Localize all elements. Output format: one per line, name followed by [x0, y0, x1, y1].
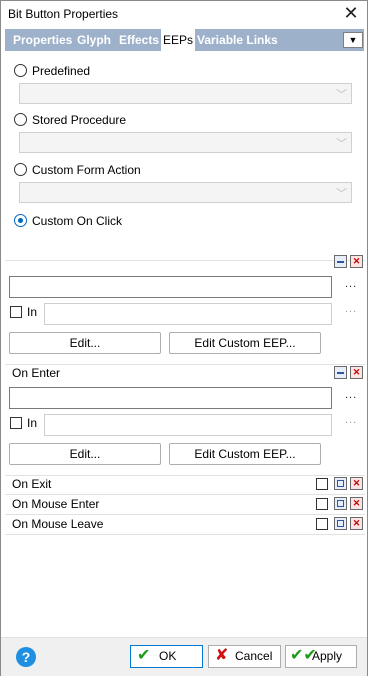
tab-glyph[interactable]: Glyph [75, 29, 113, 51]
cancel-label: Cancel [235, 649, 273, 663]
browse-eep-button[interactable]: ... [345, 389, 357, 401]
close-icon[interactable]: ✕ [339, 3, 363, 25]
on-mouse-enter-title: On Mouse Enter [12, 497, 100, 511]
radio-stored-procedure[interactable] [14, 113, 27, 126]
on-mouse-leave-title: On Mouse Leave [12, 517, 104, 531]
radio-predefined[interactable] [14, 64, 27, 77]
eep-name-input[interactable] [9, 387, 332, 409]
ok-label: OK [159, 649, 177, 663]
radio-custom-form-action[interactable] [14, 163, 27, 176]
browse-in-button[interactable]: ... [345, 414, 357, 426]
delete-icon[interactable]: ✕ [350, 255, 363, 268]
browse-in-button[interactable]: ... [345, 303, 357, 315]
on-mouse-leave-checkbox[interactable] [316, 518, 328, 530]
in-label: In [27, 305, 38, 319]
tab-bar: Properties Glyph Effects EEPs Variable L… [5, 29, 364, 51]
tab-effects[interactable]: Effects [117, 29, 161, 51]
help-icon[interactable]: ? [16, 647, 36, 667]
expand-icon[interactable] [334, 477, 347, 490]
section-divider [5, 494, 365, 495]
in-checkbox[interactable] [10, 306, 22, 318]
section-divider [5, 260, 365, 261]
edit-button[interactable]: Edit... [9, 443, 161, 465]
in-value-input[interactable] [44, 303, 332, 325]
on-enter-title: On Enter [12, 366, 61, 380]
delete-icon[interactable]: ✕ [350, 477, 363, 490]
collapse-icon[interactable] [334, 366, 347, 379]
ok-button[interactable]: ✔ OK [130, 645, 203, 668]
section-divider [5, 534, 365, 535]
edit-custom-eep-button[interactable]: Edit Custom EEP... [169, 443, 321, 465]
in-label: In [27, 416, 38, 430]
in-checkbox[interactable] [10, 417, 22, 429]
tab-menu-dropdown-icon[interactable]: ▼ [343, 32, 363, 48]
custom-on-click-label: Custom On Click [32, 214, 123, 228]
apply-button[interactable]: ✔✔ Apply [285, 645, 357, 668]
delete-icon[interactable]: ✕ [350, 366, 363, 379]
collapse-icon[interactable] [334, 255, 347, 268]
edit-custom-eep-button[interactable]: Edit Custom EEP... [169, 332, 321, 354]
cancel-button[interactable]: ✘ Cancel [208, 645, 281, 668]
section-divider [5, 364, 365, 365]
properties-dialog: Bit Button Properties ✕ Properties Glyph… [0, 0, 368, 676]
delete-icon[interactable]: ✕ [350, 497, 363, 510]
stored-procedure-label: Stored Procedure [32, 113, 127, 127]
apply-label: Apply [312, 649, 343, 663]
browse-eep-button[interactable]: ... [345, 278, 357, 290]
chevron-down-icon: ﹀ [336, 188, 347, 200]
edit-button[interactable]: Edit... [9, 332, 161, 354]
custom-form-action-label: Custom Form Action [32, 163, 141, 177]
radio-custom-on-click[interactable] [14, 214, 27, 227]
section-divider [5, 475, 365, 476]
delete-icon[interactable]: ✕ [350, 517, 363, 530]
expand-icon[interactable] [334, 517, 347, 530]
checkmark-icon: ✔ [137, 647, 151, 664]
tab-variable-links[interactable]: Variable Links [195, 29, 280, 51]
stored-procedure-combo[interactable]: ﹀ [19, 132, 352, 153]
on-exit-title: On Exit [12, 477, 52, 491]
chevron-down-icon: ﹀ [336, 89, 347, 101]
section-divider [5, 514, 365, 515]
x-icon: ✘ [215, 647, 229, 664]
predefined-combo[interactable]: ﹀ [19, 83, 352, 104]
in-value-input[interactable] [44, 414, 332, 436]
expand-icon[interactable] [334, 497, 347, 510]
chevron-down-icon: ﹀ [336, 138, 347, 150]
on-mouse-enter-checkbox[interactable] [316, 498, 328, 510]
title-bar: Bit Button Properties ✕ [1, 1, 367, 27]
dialog-title: Bit Button Properties [8, 7, 119, 21]
custom-form-action-combo[interactable]: ﹀ [19, 182, 352, 203]
predefined-label: Predefined [32, 64, 91, 78]
tab-eeps[interactable]: EEPs [160, 29, 196, 51]
eep-name-input[interactable] [9, 276, 332, 298]
on-exit-checkbox[interactable] [316, 478, 328, 490]
tab-properties[interactable]: Properties [11, 29, 74, 51]
